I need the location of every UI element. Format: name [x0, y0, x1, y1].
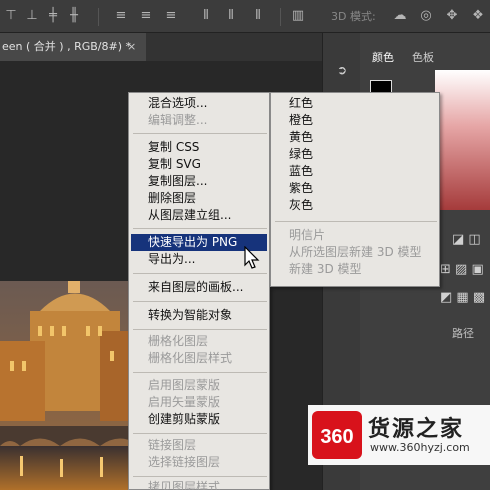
- align-top-icon[interactable]: ⊤: [3, 8, 19, 24]
- watermark-logo-text: 360: [320, 426, 353, 448]
- watermark-title: 货源之家: [368, 417, 465, 442]
- menu-item-convert-smart-object[interactable]: 转换为智能对象: [131, 307, 267, 324]
- menu-separator: [133, 372, 267, 373]
- tab-color[interactable]: 颜色: [372, 49, 394, 65]
- menu-item-copy-layer-style: 拷贝图层样式: [148, 480, 221, 490]
- color-field[interactable]: [435, 70, 490, 210]
- auto-align-icon[interactable]: ▥: [290, 8, 306, 24]
- menu-item-copy-css[interactable]: 复制 CSS: [131, 139, 267, 156]
- menu-item-edit-adjustment: 编辑调整...: [148, 113, 208, 127]
- mouse-pointer-icon: [244, 246, 260, 269]
- submenu-item-new-3d-from-layer: 从所选图层新建 3D 模型: [289, 245, 422, 259]
- document-tab-bar: een ( 合并 ) , RGB/8#) * ×: [0, 33, 322, 61]
- history-icon[interactable]: ➲: [331, 59, 353, 81]
- menu-item-enable-vector-mask: 启用矢量蒙版: [148, 395, 221, 409]
- rotate-3d-icon[interactable]: ☁: [392, 8, 408, 24]
- options-bar: ⊤ ⊥ ╪ ╫ ≡ ≡ ≡ ⦀ ⦀ ⦀ ▥ 3D 模式: ☁ ◎ ✥ ❖: [0, 0, 490, 33]
- distribute-vcenter-icon[interactable]: ≡: [138, 8, 154, 24]
- align-bottom-icon[interactable]: ╪: [45, 8, 61, 24]
- menu-item-blending-options[interactable]: 混合选项...: [131, 95, 267, 112]
- submenu-item-new-3d-model: 新建 3D 模型: [289, 262, 362, 276]
- menu-item-rasterize-layer-style: 栅格化图层样式: [148, 351, 233, 365]
- tab-swatches[interactable]: 色板: [412, 49, 434, 65]
- align-left-icon[interactable]: ╫: [66, 8, 82, 24]
- menu-separator: [133, 273, 267, 274]
- align-vcenter-icon[interactable]: ⊥: [24, 8, 40, 24]
- menu-item-enable-layer-mask: 启用图层蒙版: [148, 378, 221, 392]
- submenu-item-green[interactable]: 绿色: [273, 146, 437, 163]
- menu-item-create-clipping-mask[interactable]: 创建剪贴蒙版: [131, 411, 267, 428]
- document-tab[interactable]: een ( 合并 ) , RGB/8#) * ×: [0, 33, 146, 61]
- menu-item-rasterize-layer: 栅格化图层: [148, 334, 209, 348]
- watermark-url: www.360hyzj.com: [370, 441, 470, 454]
- distribute-bottom-icon[interactable]: ≡: [163, 8, 179, 24]
- adjustment-icons[interactable]: ◪ ◫: [452, 232, 481, 247]
- document-title: een ( 合并 ) , RGB/8#) *: [2, 40, 131, 53]
- menu-separator: [133, 301, 267, 302]
- menu-separator: [133, 329, 267, 330]
- mode-3d-label: 3D 模式:: [331, 10, 376, 23]
- menu-separator: [275, 221, 437, 222]
- menu-item-copy-svg[interactable]: 复制 SVG: [131, 156, 267, 173]
- submenu-item-orange[interactable]: 橙色: [273, 112, 437, 129]
- submenu-item-gray[interactable]: 灰色: [273, 197, 437, 214]
- watermark-logo: 360: [312, 411, 362, 459]
- slide-3d-icon[interactable]: ❖: [470, 8, 486, 24]
- submenu-item-red[interactable]: 红色: [273, 95, 437, 112]
- watermark: 360 货源之家 www.360hyzj.com: [308, 405, 490, 465]
- submenu-item-yellow[interactable]: 黄色: [273, 129, 437, 146]
- submenu-item-postcard: 明信片: [289, 228, 326, 242]
- drag-3d-icon[interactable]: ✥: [444, 8, 460, 24]
- adjustment-icons-row2[interactable]: ⊞ ▨ ▣: [440, 262, 484, 277]
- submenu-item-blue[interactable]: 蓝色: [273, 163, 437, 180]
- menu-separator: [133, 228, 267, 229]
- canvas-photo: [0, 281, 140, 490]
- roll-3d-icon[interactable]: ◎: [418, 8, 434, 24]
- distribute-top-icon[interactable]: ≡: [113, 8, 129, 24]
- divider: [98, 8, 99, 26]
- tab-paths[interactable]: 路径: [452, 325, 474, 341]
- close-icon[interactable]: ×: [127, 33, 136, 61]
- submenu-item-violet[interactable]: 紫色: [273, 180, 437, 197]
- distribute-hcenter-icon[interactable]: ⦀: [223, 8, 239, 24]
- adjustment-icons-row3[interactable]: ◩ ▦ ▩: [440, 290, 485, 305]
- menu-item-delete-layer[interactable]: 删除图层: [131, 190, 267, 207]
- menu-item-select-linked-layers: 选择链接图层: [148, 455, 221, 469]
- menu-item-link-layers: 链接图层: [148, 438, 197, 452]
- menu-separator: [133, 476, 267, 477]
- menu-item-artboard-from-layers[interactable]: 来自图层的画板...: [131, 279, 267, 296]
- menu-item-duplicate-layer[interactable]: 复制图层...: [131, 173, 267, 190]
- distribute-right-icon[interactable]: ⦀: [250, 8, 266, 24]
- layer-context-menu: 混合选项... 编辑调整... 复制 CSS 复制 SVG 复制图层... 删除…: [128, 92, 270, 490]
- menu-item-group-from-layers[interactable]: 从图层建立组...: [131, 207, 267, 224]
- menu-separator: [133, 133, 267, 134]
- menu-separator: [133, 433, 267, 434]
- layer-color-submenu: 红色 橙色 黄色 绿色 蓝色 紫色 灰色 明信片 从所选图层新建 3D 模型 新…: [270, 92, 440, 287]
- divider: [280, 8, 281, 26]
- distribute-left-icon[interactable]: ⦀: [198, 8, 214, 24]
